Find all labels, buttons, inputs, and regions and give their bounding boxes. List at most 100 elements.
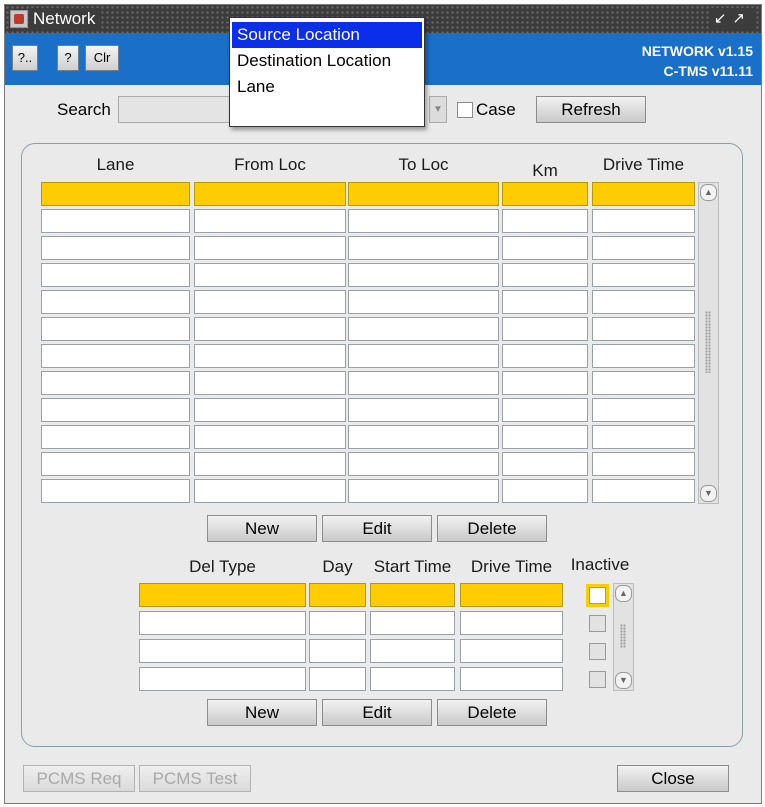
del-delete-button[interactable]: Delete [437, 699, 547, 726]
lanes-cell[interactable] [194, 263, 346, 287]
lanes-cell[interactable] [502, 182, 588, 206]
lanes-cell[interactable] [194, 479, 346, 503]
lanes-cell[interactable] [194, 236, 346, 260]
deliveries-cell[interactable] [139, 667, 306, 691]
lanes-cell[interactable] [502, 290, 588, 314]
lanes-cell[interactable] [41, 317, 190, 341]
del-new-button[interactable]: New [207, 699, 317, 726]
deliveries-cell[interactable] [139, 611, 306, 635]
lanes-cell[interactable] [194, 290, 346, 314]
dropdown-option-source-location[interactable]: Source Location [232, 22, 422, 48]
deliveries-cell[interactable] [460, 611, 563, 635]
lanes-cell[interactable] [41, 398, 190, 422]
lanes-cell[interactable] [348, 236, 499, 260]
deliveries-cell[interactable] [460, 667, 563, 691]
deliveries-cell[interactable] [460, 639, 563, 663]
deliveries-cell[interactable] [139, 583, 306, 607]
inactive-checkbox[interactable] [589, 643, 606, 660]
case-checkbox[interactable] [457, 102, 473, 118]
lanes-cell[interactable] [348, 398, 499, 422]
lanes-cell[interactable] [41, 236, 190, 260]
refresh-button[interactable]: Refresh [536, 96, 646, 123]
lanes-cell[interactable] [592, 290, 695, 314]
lanes-cell[interactable] [41, 344, 190, 368]
lanes-cell[interactable] [592, 317, 695, 341]
lanes-cell[interactable] [502, 398, 588, 422]
lanes-cell[interactable] [502, 263, 588, 287]
lanes-cell[interactable] [348, 344, 499, 368]
scroll-up-icon[interactable]: ▲ [615, 585, 632, 602]
deliveries-cell[interactable] [370, 639, 455, 663]
lanes-cell[interactable] [502, 452, 588, 476]
lane-new-button[interactable]: New [207, 515, 317, 542]
lanes-cell[interactable] [592, 209, 695, 233]
lanes-cell[interactable] [348, 371, 499, 395]
lanes-cell[interactable] [41, 371, 190, 395]
deliveries-cell[interactable] [309, 583, 366, 607]
lanes-cell[interactable] [592, 182, 695, 206]
deliveries-cell[interactable] [309, 611, 366, 635]
lanes-cell[interactable] [502, 371, 588, 395]
scroll-down-icon[interactable]: ▼ [615, 672, 632, 689]
pcms-req-button[interactable]: PCMS Req [23, 765, 135, 792]
lane-edit-button[interactable]: Edit [322, 515, 432, 542]
pcms-test-button[interactable]: PCMS Test [139, 765, 251, 792]
lanes-cell[interactable] [41, 263, 190, 287]
lanes-cell[interactable] [502, 479, 588, 503]
lanes-cell[interactable] [194, 398, 346, 422]
lanes-cell[interactable] [502, 209, 588, 233]
help-more-button[interactable]: ?.. [12, 45, 38, 71]
lanes-cell[interactable] [348, 425, 499, 449]
lanes-cell[interactable] [348, 317, 499, 341]
lanes-cell[interactable] [348, 182, 499, 206]
close-button[interactable]: Close [617, 765, 729, 792]
scroll-grip[interactable] [620, 624, 626, 648]
deliveries-cell[interactable] [309, 667, 366, 691]
lanes-cell[interactable] [592, 425, 695, 449]
lanes-cell[interactable] [592, 398, 695, 422]
scroll-up-icon[interactable]: ▲ [700, 184, 717, 201]
dropdown-option-lane[interactable]: Lane [232, 74, 422, 100]
help-button[interactable]: ? [57, 45, 79, 71]
lanes-cell[interactable] [194, 317, 346, 341]
window-controls[interactable]: ↙↗ [709, 8, 755, 30]
lanes-cell[interactable] [592, 344, 695, 368]
deliveries-cell[interactable] [139, 639, 306, 663]
lanes-cell[interactable] [502, 317, 588, 341]
search-type-dropdown-arrow[interactable]: ▼ [429, 96, 447, 123]
dropdown-option-destination-location[interactable]: Destination Location [232, 48, 422, 74]
lanes-cell[interactable] [592, 263, 695, 287]
lane-delete-button[interactable]: Delete [437, 515, 547, 542]
lanes-cell[interactable] [194, 452, 346, 476]
deliveries-cell[interactable] [370, 611, 455, 635]
lanes-cell[interactable] [194, 182, 346, 206]
deliveries-cell[interactable] [370, 667, 455, 691]
lanes-cell[interactable] [194, 344, 346, 368]
clear-button[interactable]: Clr [85, 45, 119, 71]
lanes-cell[interactable] [348, 263, 499, 287]
scroll-down-icon[interactable]: ▼ [700, 485, 717, 502]
lanes-cell[interactable] [348, 452, 499, 476]
lanes-cell[interactable] [194, 209, 346, 233]
lanes-cell[interactable] [41, 479, 190, 503]
lanes-cell[interactable] [41, 209, 190, 233]
lanes-cell[interactable] [194, 371, 346, 395]
lanes-cell[interactable] [348, 479, 499, 503]
inactive-checkbox[interactable] [589, 615, 606, 632]
del-edit-button[interactable]: Edit [322, 699, 432, 726]
deliveries-cell[interactable] [309, 639, 366, 663]
lanes-cell[interactable] [592, 452, 695, 476]
scroll-grip[interactable] [705, 311, 711, 373]
lanes-cell[interactable] [348, 209, 499, 233]
deliveries-scrollbar[interactable]: ▲ ▼ [613, 583, 634, 691]
lanes-cell[interactable] [592, 479, 695, 503]
lanes-cell[interactable] [41, 182, 190, 206]
lanes-scrollbar[interactable]: ▲ ▼ [698, 182, 719, 504]
lanes-cell[interactable] [194, 425, 346, 449]
lanes-cell[interactable] [348, 290, 499, 314]
lanes-cell[interactable] [41, 290, 190, 314]
lanes-cell[interactable] [502, 344, 588, 368]
lanes-cell[interactable] [41, 452, 190, 476]
deliveries-cell[interactable] [460, 583, 563, 607]
inactive-checkbox[interactable] [589, 671, 606, 688]
